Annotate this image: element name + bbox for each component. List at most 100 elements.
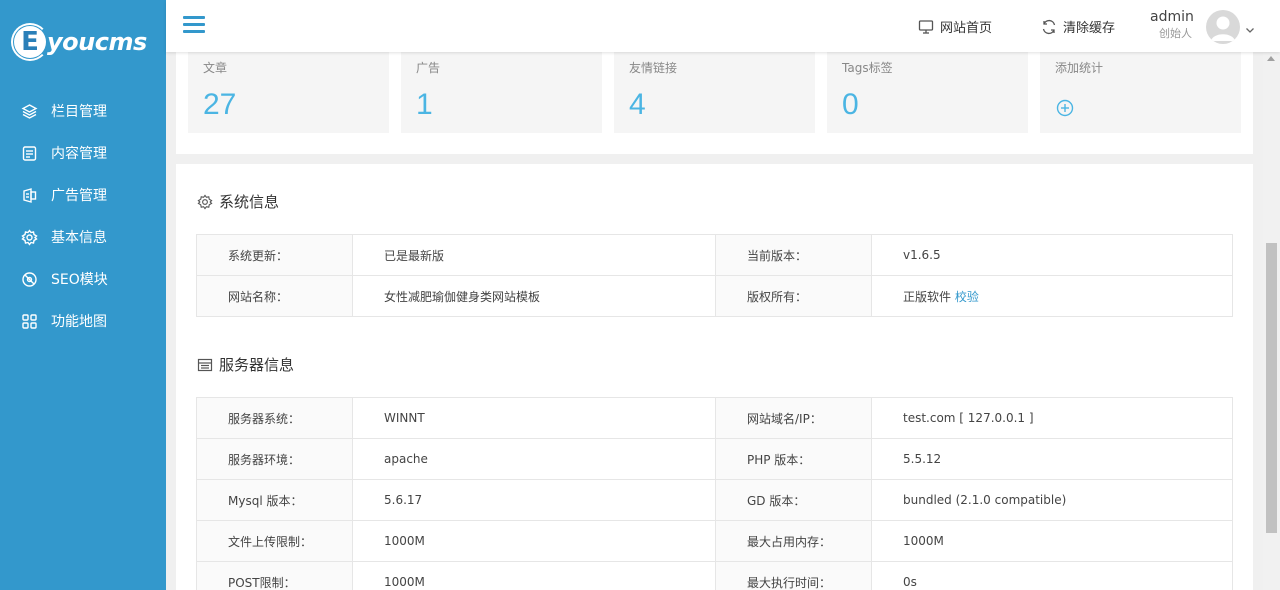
stat-label: 添加统计 (1055, 61, 1104, 75)
info-key: PHP 版本： (715, 438, 872, 480)
info-value: 女性减肥瑜伽健身类网站模板 (352, 275, 716, 317)
gear-icon (197, 193, 213, 210)
info-key: GD 版本： (715, 479, 872, 521)
info-key: 最大占用内存： (715, 520, 872, 562)
stat-label: Tags标签 (842, 61, 893, 75)
stat-card-articles[interactable]: 文章 27 (188, 52, 389, 133)
info-value: WINNT (352, 397, 716, 439)
stat-card-ads[interactable]: 广告 1 (401, 52, 602, 133)
info-value: 5.5.12 (871, 438, 1233, 480)
info-value: 0s (871, 561, 1233, 590)
grid-icon (20, 312, 38, 330)
info-value: 正版软件 (903, 289, 952, 304)
info-key: Mysql 版本： (196, 479, 353, 521)
info-key: 文件上传限制： (196, 520, 353, 562)
chevron-down-icon[interactable] (1245, 20, 1255, 33)
system-info-heading: 系统信息 (197, 191, 279, 212)
stat-card-links[interactable]: 友情链接 4 (614, 52, 815, 133)
stat-value: 4 (629, 88, 646, 121)
table-row: 系统更新： 已是最新版 当前版本： v1.6.5 (196, 234, 1233, 276)
clear-cache-button[interactable]: 清除缓存 (1041, 17, 1115, 36)
scroll-up-arrow-icon[interactable] (1267, 56, 1275, 61)
stat-label: 友情链接 (629, 61, 678, 75)
user-info[interactable]: admin 创始人 (1150, 9, 1194, 42)
sidebar-item-label: SEO模块 (51, 272, 108, 288)
add-circle-icon[interactable] (1056, 99, 1074, 117)
info-value-cell: 正版软件 校验 (871, 275, 1233, 317)
sidebar-item-ads[interactable]: 广告管理 (0, 174, 166, 216)
table-row: Mysql 版本： 5.6.17 GD 版本： bundled (2.1.0 c… (196, 479, 1233, 521)
stat-label: 文章 (203, 61, 228, 75)
logo-text: youcms (47, 28, 147, 56)
system-info-table: 系统更新： 已是最新版 当前版本： v1.6.5 网站名称： 女性减肥瑜伽健身类… (196, 234, 1233, 317)
info-value: 1000M (352, 561, 716, 590)
ad-icon (20, 186, 38, 204)
info-value: bundled (2.1.0 compatible) (871, 479, 1233, 521)
stat-card-tags[interactable]: Tags标签 0 (827, 52, 1028, 133)
menu-toggle-icon[interactable] (183, 16, 205, 34)
info-key: 服务器系统： (196, 397, 353, 439)
site-home-label: 网站首页 (940, 21, 993, 36)
avatar[interactable] (1206, 10, 1240, 44)
logo-badge: E (11, 23, 49, 61)
stat-card-add-stat[interactable]: 添加统计 (1040, 52, 1241, 133)
scrollbar-thumb[interactable] (1266, 243, 1277, 533)
table-row: 服务器环境： apache PHP 版本： 5.5.12 (196, 438, 1233, 480)
user-name: admin (1150, 9, 1194, 25)
sidebar-item-category[interactable]: 栏目管理 (0, 90, 166, 132)
refresh-icon (1041, 19, 1057, 35)
sidebar-item-label: 广告管理 (51, 188, 107, 204)
user-role: 创始人 (1159, 27, 1192, 40)
stat-value: 0 (842, 88, 859, 121)
verify-link[interactable]: 校验 (955, 290, 979, 304)
monitor-icon (918, 19, 934, 35)
sidebar-item-label: 内容管理 (51, 146, 107, 162)
info-value: 已是最新版 (352, 234, 716, 276)
info-value: 1000M (352, 520, 716, 562)
sidebar-item-label: 功能地图 (51, 314, 107, 330)
info-value: apache (352, 438, 716, 480)
stat-value: 1 (416, 88, 433, 121)
server-list-icon (197, 357, 213, 373)
sidebar-item-basic-info[interactable]: 基本信息 (0, 216, 166, 258)
sidebar-item-label: 基本信息 (51, 230, 107, 246)
table-row: 网站名称： 女性减肥瑜伽健身类网站模板 版权所有： 正版软件 校验 (196, 275, 1233, 317)
sidebar-item-label: 栏目管理 (51, 104, 107, 120)
info-value: 5.6.17 (352, 479, 716, 521)
vertical-scrollbar[interactable] (1263, 52, 1280, 590)
sidebar-nav: 栏目管理 内容管理 广告管理 基本信息 SEO模块 功能地图 (0, 90, 166, 342)
top-header: 网站首页 清除缓存 admin 创始人 (166, 0, 1280, 52)
info-key: 版权所有： (715, 275, 872, 317)
document-icon (20, 144, 38, 162)
stat-label: 广告 (416, 61, 441, 75)
layers-icon (20, 102, 38, 120)
table-row: POST限制： 1000M 最大执行时间： 0s (196, 561, 1233, 590)
sidebar: E youcms 栏目管理 内容管理 广告管理 基本信息 SEO模块 功能地图 (0, 0, 166, 590)
stats-panel: 文章 27 广告 1 友情链接 4 Tags标签 0 添加统计 (176, 52, 1253, 154)
info-panel: 系统信息 系统更新： 已是最新版 当前版本： v1.6.5 网站名称： 女性减肥… (176, 164, 1253, 590)
clear-cache-label: 清除缓存 (1063, 21, 1116, 36)
info-key: 最大执行时间： (715, 561, 872, 590)
brand-logo[interactable]: E youcms (11, 22, 147, 62)
info-value: test.com [ 127.0.0.1 ] (871, 397, 1233, 439)
section-title: 系统信息 (219, 193, 280, 211)
info-key: 当前版本： (715, 234, 872, 276)
table-row: 文件上传限制： 1000M 最大占用内存： 1000M (196, 520, 1233, 562)
site-home-link[interactable]: 网站首页 (918, 17, 992, 36)
sidebar-item-function-map[interactable]: 功能地图 (0, 300, 166, 342)
sidebar-item-content[interactable]: 内容管理 (0, 132, 166, 174)
info-key: POST限制： (196, 561, 353, 590)
gear-icon (20, 228, 38, 246)
server-info-table: 服务器系统： WINNT 网站域名/IP： test.com [ 127.0.0… (196, 397, 1233, 590)
table-row: 服务器系统： WINNT 网站域名/IP： test.com [ 127.0.0… (196, 397, 1233, 439)
sidebar-item-seo[interactable]: SEO模块 (0, 258, 166, 300)
info-value: 1000M (871, 520, 1233, 562)
stat-value: 27 (203, 88, 237, 121)
section-title: 服务器信息 (219, 356, 295, 374)
info-key: 系统更新： (196, 234, 353, 276)
info-key: 网站名称： (196, 275, 353, 317)
seo-icon (20, 270, 38, 288)
info-key: 网站域名/IP： (715, 397, 872, 439)
server-info-heading: 服务器信息 (197, 354, 294, 375)
info-value: v1.6.5 (871, 234, 1233, 276)
